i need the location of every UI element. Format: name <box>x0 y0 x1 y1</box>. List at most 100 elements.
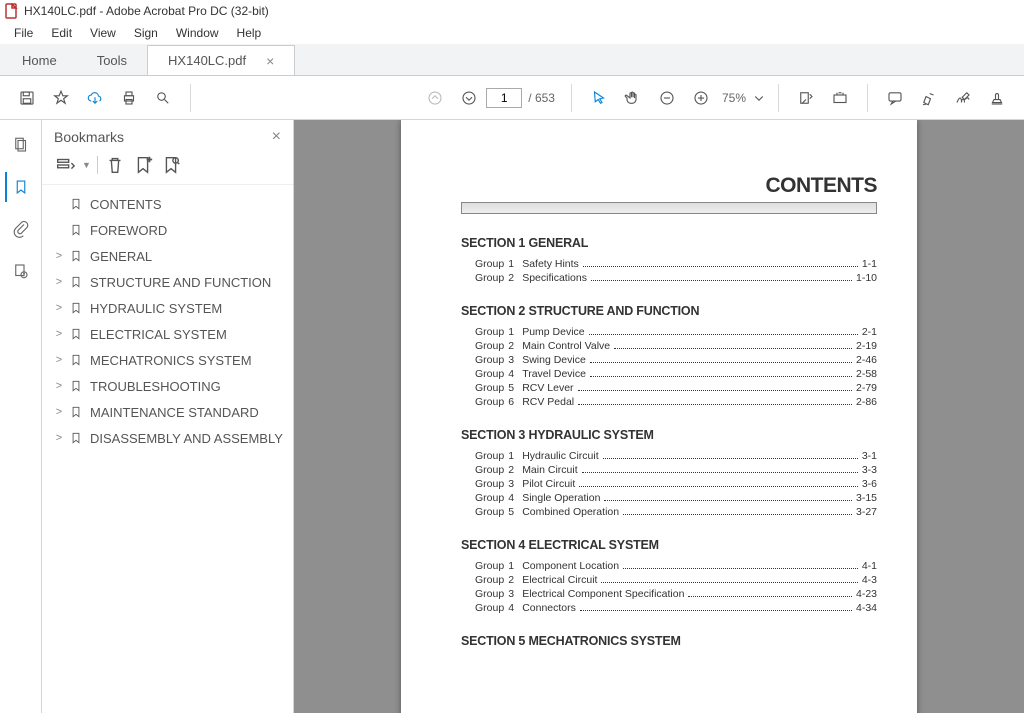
menubar: FileEditViewSignWindowHelp <box>0 22 1024 44</box>
toc-entry: Group2Main Circuit3-3 <box>475 464 877 478</box>
page-up-icon[interactable] <box>418 81 452 115</box>
bookmark-icon <box>68 326 84 342</box>
bookmark-item[interactable]: CONTENTS <box>46 191 289 217</box>
find-bookmark-icon[interactable] <box>160 154 182 176</box>
tab-home[interactable]: Home <box>2 47 77 75</box>
toc-entry: Group1Component Location4-1 <box>475 560 877 574</box>
tab-document[interactable]: HX140LC.pdf × <box>147 45 295 75</box>
save-icon[interactable] <box>10 81 44 115</box>
bookmark-icon <box>68 274 84 290</box>
thumbnails-icon[interactable] <box>6 130 36 160</box>
expand-icon[interactable]: > <box>50 250 68 262</box>
toc-entry: Group2Electrical Circuit4-3 <box>475 574 877 588</box>
toc-section: SECTION 5 MECHATRONICS SYSTEM <box>461 634 877 648</box>
pdf-icon <box>4 3 20 19</box>
main: Bookmarks × ▼ CONTENTSFOREWORD>GENERAL>S… <box>0 120 1024 713</box>
section-title: SECTION 2 STRUCTURE AND FUNCTION <box>461 304 877 318</box>
bookmark-label: CONTENTS <box>90 197 162 212</box>
close-panel-icon[interactable]: × <box>272 128 281 146</box>
bookmark-label: MECHATRONICS SYSTEM <box>90 353 252 368</box>
expand-icon[interactable]: > <box>50 380 68 392</box>
bookmark-label: GENERAL <box>90 249 152 264</box>
tab-tools[interactable]: Tools <box>77 47 147 75</box>
menu-file[interactable]: File <box>6 24 41 42</box>
zoom-dropdown-icon[interactable] <box>750 81 768 115</box>
comment-icon[interactable] <box>878 81 912 115</box>
bookmark-label: ELECTRICAL SYSTEM <box>90 327 227 342</box>
pdf-page: CONTENTS SECTION 1 GENERALGroup1Safety H… <box>401 120 917 713</box>
expand-icon[interactable]: > <box>50 302 68 314</box>
toc-entry: Group1Hydraulic Circuit3-1 <box>475 450 877 464</box>
bookmarks-title: Bookmarks <box>54 129 124 145</box>
menu-help[interactable]: Help <box>229 24 270 42</box>
menu-sign[interactable]: Sign <box>126 24 166 42</box>
expand-icon[interactable]: > <box>50 432 68 444</box>
sign-icon[interactable] <box>946 81 980 115</box>
bookmark-item[interactable]: >DISASSEMBLY AND ASSEMBLY <box>46 425 289 451</box>
stamp-icon[interactable] <box>980 81 1014 115</box>
bookmarks-icon[interactable] <box>5 172 35 202</box>
toc-entry: Group2Main Control Valve2-19 <box>475 340 877 354</box>
delete-bookmark-icon[interactable] <box>104 154 126 176</box>
bookmark-item[interactable]: > GENERAL <box>46 243 289 269</box>
print-icon[interactable] <box>112 81 146 115</box>
section-title: SECTION 5 MECHATRONICS SYSTEM <box>461 634 877 648</box>
bookmark-item[interactable]: > MECHATRONICS SYSTEM <box>46 347 289 373</box>
attachments-icon[interactable] <box>6 214 36 244</box>
toc-entry: Group4Single Operation3-15 <box>475 492 877 506</box>
expand-icon[interactable]: > <box>50 328 68 340</box>
fit-page-icon[interactable] <box>823 81 857 115</box>
bookmark-label: TROUBLESHOOTING <box>90 379 221 394</box>
toc-entry: Group4Connectors4-34 <box>475 602 877 616</box>
section-title: SECTION 4 ELECTRICAL SYSTEM <box>461 538 877 552</box>
menu-view[interactable]: View <box>82 24 124 42</box>
zoom-level: 75% <box>718 91 750 105</box>
expand-icon[interactable]: > <box>50 406 68 418</box>
bookmark-icon <box>68 352 84 368</box>
page-total: / 653 <box>522 91 561 105</box>
bookmark-item[interactable]: > STRUCTURE AND FUNCTION <box>46 269 289 295</box>
bookmark-item[interactable]: > HYDRAULIC SYSTEM <box>46 295 289 321</box>
expand-icon[interactable]: > <box>50 276 68 288</box>
menu-window[interactable]: Window <box>168 24 227 42</box>
bookmark-label: HYDRAULIC SYSTEM <box>90 301 222 316</box>
bookmark-item[interactable]: > ELECTRICAL SYSTEM <box>46 321 289 347</box>
page-down-icon[interactable] <box>452 81 486 115</box>
header-underline <box>461 202 877 214</box>
close-icon[interactable]: × <box>266 53 274 69</box>
toc-section: SECTION 2 STRUCTURE AND FUNCTION Group1Pu… <box>461 304 877 410</box>
cloud-share-icon[interactable] <box>78 81 112 115</box>
section-title: SECTION 1 GENERAL <box>461 236 877 250</box>
page-input[interactable] <box>486 88 522 108</box>
search-icon[interactable] <box>146 81 180 115</box>
layers-icon[interactable] <box>6 256 36 286</box>
options-icon[interactable] <box>54 154 76 176</box>
bookmark-item[interactable]: FOREWORD <box>46 217 289 243</box>
bookmark-icon <box>68 300 84 316</box>
star-icon[interactable] <box>44 81 78 115</box>
bookmark-icon <box>68 430 84 446</box>
bookmark-label: STRUCTURE AND FUNCTION <box>90 275 271 290</box>
bookmark-icon <box>68 404 84 420</box>
fit-width-icon[interactable] <box>789 81 823 115</box>
contents-header: CONTENTS <box>461 174 877 198</box>
document-area[interactable]: CONTENTS SECTION 1 GENERALGroup1Safety H… <box>294 120 1024 713</box>
highlight-icon[interactable] <box>912 81 946 115</box>
bookmark-label: MAINTENANCE STANDARD <box>90 405 259 420</box>
section-title: SECTION 3 HYDRAULIC SYSTEM <box>461 428 877 442</box>
bookmark-item[interactable]: > MAINTENANCE STANDARD <box>46 399 289 425</box>
zoom-in-icon[interactable] <box>684 81 718 115</box>
hand-tool-icon[interactable] <box>616 81 650 115</box>
toc-entry: Group4Travel Device2-58 <box>475 368 877 382</box>
toc-entry: Group5RCV Lever2-79 <box>475 382 877 396</box>
toc-entry: Group5Combined Operation3-27 <box>475 506 877 520</box>
toc-entry: Group1Pump Device2-1 <box>475 326 877 340</box>
zoom-out-icon[interactable] <box>650 81 684 115</box>
expand-icon[interactable]: > <box>50 354 68 366</box>
bookmark-icon <box>68 222 84 238</box>
bookmark-item[interactable]: > TROUBLESHOOTING <box>46 373 289 399</box>
new-bookmark-icon[interactable] <box>132 154 154 176</box>
menu-edit[interactable]: Edit <box>43 24 80 42</box>
select-tool-icon[interactable] <box>582 81 616 115</box>
titlebar: HX140LC.pdf - Adobe Acrobat Pro DC (32-b… <box>0 0 1024 22</box>
